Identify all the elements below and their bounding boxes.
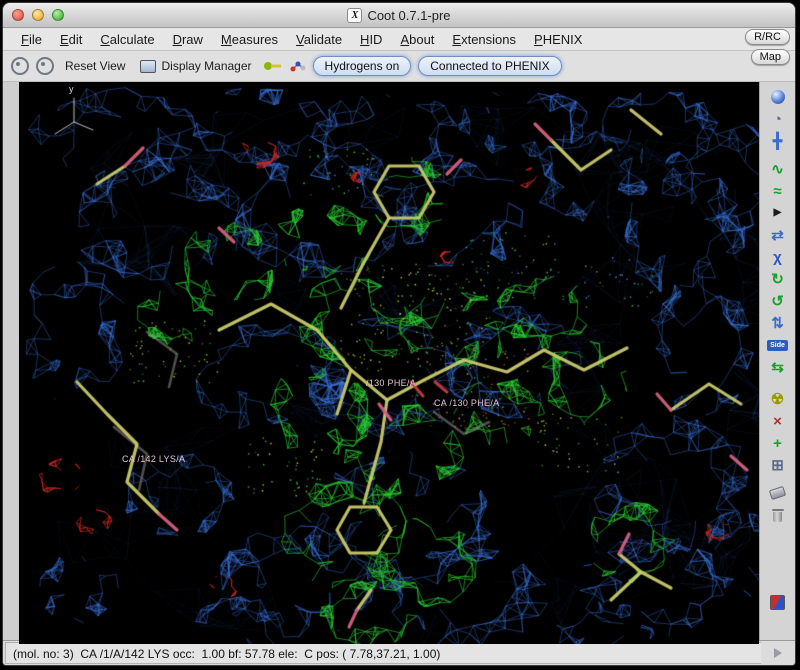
cis-trans-icon[interactable]: ×: [767, 411, 789, 431]
view-sphere-icon[interactable]: [767, 87, 789, 107]
menu-validate[interactable]: Validate: [288, 31, 350, 48]
molecule-icon[interactable]: [290, 59, 306, 73]
menu-calculate[interactable]: Calculate: [92, 31, 162, 48]
gl-viewport[interactable]: y /130 PHE/ACA /130 PHE/ACA /142 LYS/A: [19, 82, 759, 644]
menu-bar: FileEditCalculateDrawMeasuresValidateHID…: [3, 28, 795, 51]
map-button[interactable]: Map: [751, 49, 790, 65]
regularize-zone-icon[interactable]: ≈: [767, 181, 789, 201]
status-cap: [761, 641, 795, 665]
refine-zone-icon[interactable]: ∿: [767, 159, 789, 179]
menu-measures[interactable]: Measures: [213, 31, 286, 48]
menu-about[interactable]: About: [392, 31, 442, 48]
menu-hid[interactable]: HID: [352, 31, 390, 48]
key-icon[interactable]: [263, 60, 283, 72]
phenix-status-button[interactable]: Connected to PHENIX: [418, 56, 561, 76]
rrc-button[interactable]: R/RC: [745, 29, 790, 45]
clock-icon[interactable]: ◔: [767, 109, 789, 129]
zoom-button[interactable]: [52, 9, 64, 21]
auto-fit-rotamer-icon[interactable]: ↻: [767, 269, 789, 289]
window-controls: [12, 9, 64, 21]
side-chain-180-icon[interactable]: Side: [767, 335, 789, 355]
menu-draw[interactable]: Draw: [165, 31, 211, 48]
hydrogens-toggle-button[interactable]: Hydrogens on: [313, 56, 412, 76]
display-manager-label: Display Manager: [161, 59, 251, 73]
pep-flip-icon[interactable]: ⇅: [767, 313, 789, 333]
eraser-icon[interactable]: [767, 483, 789, 503]
circle-icon-1[interactable]: [11, 57, 29, 75]
minimize-button[interactable]: [32, 9, 44, 21]
toolbar: Reset View Display Manager Hydrogens on …: [3, 51, 795, 82]
menu-edit[interactable]: Edit: [52, 31, 90, 48]
window-title-group: X Coot 0.7.1-pre: [347, 8, 450, 23]
circle-icon-2[interactable]: [36, 57, 54, 75]
rigid-body-fit-icon[interactable]: ▶: [767, 203, 789, 223]
menu-phenix[interactable]: PHENIX: [526, 31, 590, 48]
rotamers-icon[interactable]: ↺: [767, 291, 789, 311]
edit-chi-angles-icon[interactable]: χ: [767, 247, 789, 267]
mutate-icon[interactable]: ☢: [767, 389, 789, 409]
status-text: (mol. no: 3) CA /1/A/142 LYS occ: 1.00 b…: [5, 642, 761, 664]
right-toolbar: ◔╋ ∿≈▶⇄χ↻↺⇅Side⇆ ☢×+⊞: [759, 82, 795, 640]
menu-extensions[interactable]: Extensions: [444, 31, 524, 48]
rotate-translate-icon[interactable]: ⇄: [767, 225, 789, 245]
close-button[interactable]: [12, 9, 24, 21]
keyboard-flag-icon[interactable]: [767, 592, 789, 612]
add-alt-conf-icon[interactable]: ⊞: [767, 455, 789, 475]
main-area: y /130 PHE/ACA /130 PHE/ACA /142 LYS/A ◔…: [3, 82, 795, 640]
expander-triangle-icon[interactable]: [774, 648, 782, 658]
monitor-icon: [140, 60, 156, 73]
menu-file[interactable]: File: [13, 31, 50, 48]
flip-sidechain-icon[interactable]: ⇆: [767, 357, 789, 377]
window-title: Coot 0.7.1-pre: [367, 8, 450, 23]
reset-view-button[interactable]: Reset View: [61, 57, 129, 75]
coot-window: X Coot 0.7.1-pre FileEditCalculateDrawMe…: [2, 2, 796, 666]
title-bar[interactable]: X Coot 0.7.1-pre: [3, 3, 795, 28]
side-buttons: R/RC Map: [745, 29, 790, 65]
display-manager-button[interactable]: Display Manager: [136, 57, 255, 75]
x11-icon: X: [347, 8, 362, 23]
delete-item-icon[interactable]: [767, 505, 789, 525]
add-terminal-residue-icon[interactable]: +: [767, 433, 789, 453]
move-molecule-icon[interactable]: ╋: [767, 131, 789, 151]
gl-canvas[interactable]: [19, 82, 759, 644]
